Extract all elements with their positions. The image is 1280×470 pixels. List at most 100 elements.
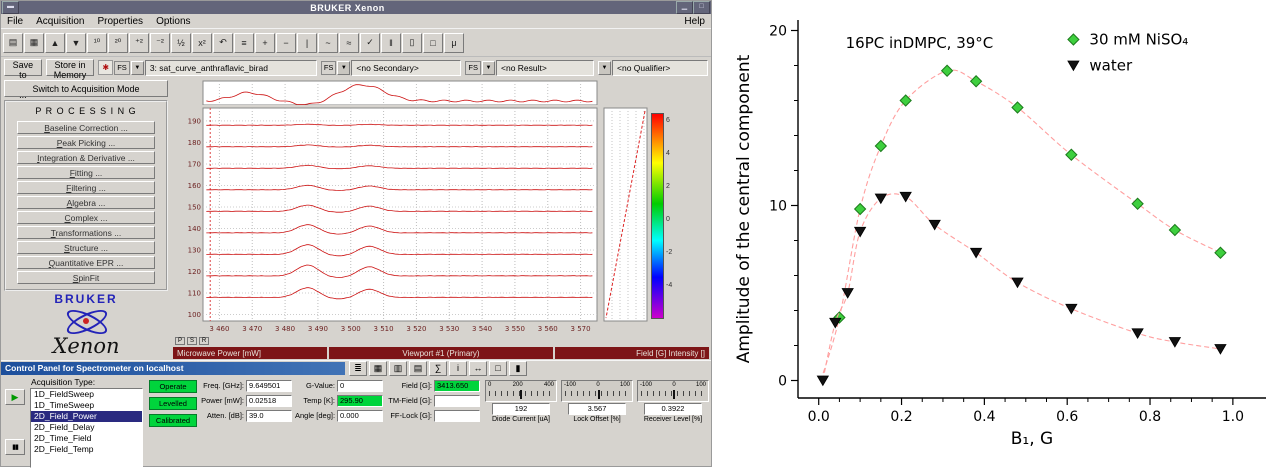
control-toolbar-icon[interactable]: ▮ bbox=[509, 361, 527, 376]
list-item[interactable]: 2D_Field_Power bbox=[31, 411, 142, 422]
chevron-down-icon[interactable]: ▼ bbox=[598, 61, 611, 75]
toolbar-button-icon[interactable]: ⁻² bbox=[150, 33, 170, 53]
list-item[interactable]: 1D_FieldSweep bbox=[31, 389, 142, 400]
epr-stack-plot[interactable]: 3 4603 4703 4803 4903 5003 5103 5203 530… bbox=[173, 105, 603, 337]
chevron-down-icon[interactable]: ▼ bbox=[131, 61, 144, 75]
toolbar-button-icon[interactable]: | bbox=[297, 33, 317, 53]
toolbar-button-icon[interactable]: ▦ bbox=[24, 33, 44, 53]
processing-button[interactable]: Quantitative EPR ... bbox=[17, 256, 155, 269]
menu-item[interactable]: Acquisition bbox=[36, 16, 84, 27]
toolbar-button-icon[interactable]: x² bbox=[192, 33, 212, 53]
svg-text:20: 20 bbox=[769, 24, 787, 40]
toolbar-button-icon[interactable]: ½ bbox=[171, 33, 191, 53]
save-to-disk-button[interactable]: Save to Disk ... bbox=[4, 59, 42, 76]
toolbar-button-icon[interactable]: ≡ bbox=[234, 33, 254, 53]
toolbar-button-icon[interactable]: ≈ bbox=[339, 33, 359, 53]
toolbar-button-icon[interactable]: ~ bbox=[318, 33, 338, 53]
qualifier-value[interactable]: <no Qualifier> bbox=[612, 60, 708, 76]
toolbar-button-icon[interactable]: ▼ bbox=[66, 33, 86, 53]
minimize-icon[interactable]: ▁ bbox=[676, 1, 693, 14]
toolbar-button-icon[interactable]: ✓ bbox=[360, 33, 380, 53]
result-dataset-value[interactable]: <no Result> bbox=[496, 60, 594, 76]
toolbar-button-icon[interactable]: ‖ bbox=[381, 33, 401, 53]
svg-text:3 490: 3 490 bbox=[308, 325, 328, 333]
field-label: G-Value: bbox=[295, 381, 335, 390]
control-toolbar-icon[interactable]: ↔ bbox=[469, 361, 487, 376]
toolbar-button-icon[interactable]: − bbox=[276, 33, 296, 53]
primary-dataset-selector[interactable]: ✱ FS ▼ 3: sat_curve_anthraflavic_birad bbox=[98, 60, 317, 76]
control-panel-title[interactable]: Control Panel for Spectrometer on localh… bbox=[1, 362, 345, 375]
toolbar-button-icon[interactable]: ▲ bbox=[45, 33, 65, 53]
colorbar-tick-label: 2 bbox=[666, 183, 672, 190]
secondary-dataset-selector[interactable]: FS ▼ <no Secondary> bbox=[321, 60, 462, 76]
fullscale-chip[interactable]: FS bbox=[465, 61, 481, 75]
toolbar-button-icon[interactable]: ¹⁰ bbox=[87, 33, 107, 53]
window-menu-icon[interactable]: ▬ bbox=[2, 1, 19, 14]
qualifier-selector[interactable]: ▼ <no Qualifier> bbox=[598, 60, 708, 76]
acquisition-type-list[interactable]: 1D_FieldSweep1D_TimeSweep2D_Field_Power2… bbox=[30, 388, 143, 468]
toolbar-button-icon[interactable]: + bbox=[255, 33, 275, 53]
processing-button[interactable]: Integration & Derivative ... bbox=[17, 151, 155, 164]
processing-button[interactable]: Transformations ... bbox=[17, 226, 155, 239]
maximize-icon[interactable]: □ bbox=[693, 1, 710, 14]
toolbar-button-icon[interactable]: □ bbox=[423, 33, 443, 53]
menu-help[interactable]: Help bbox=[684, 16, 705, 27]
svg-text:100: 100 bbox=[188, 311, 201, 319]
fullscale-chip[interactable]: FS bbox=[114, 61, 130, 75]
control-toolbar-icon[interactable]: ▤ bbox=[409, 361, 427, 376]
processing-button[interactable]: Complex ... bbox=[17, 211, 155, 224]
bruker-x-icon bbox=[57, 308, 115, 334]
control-toolbar-icon[interactable]: □ bbox=[489, 361, 507, 376]
viewport-mini-button[interactable]: S bbox=[187, 337, 197, 345]
control-toolbar-icon[interactable]: ▥ bbox=[389, 361, 407, 376]
amplitude-chart: 0.00.20.40.60.81.001020B₁, GAmplitude of… bbox=[732, 8, 1280, 460]
menu-item[interactable]: File bbox=[7, 16, 23, 27]
colorbar-labels: 6420-2-4 bbox=[666, 113, 672, 317]
viewport-mini-button[interactable]: P bbox=[175, 337, 185, 345]
svg-text:B₁, G: B₁, G bbox=[1011, 429, 1053, 449]
list-item[interactable]: 2D_Time_Field bbox=[31, 433, 142, 444]
processing-button[interactable]: Baseline Correction ... bbox=[17, 121, 155, 134]
svg-text:3 500: 3 500 bbox=[341, 325, 361, 333]
slice-selector-plot[interactable] bbox=[603, 105, 649, 337]
chevron-down-icon[interactable]: ▼ bbox=[482, 61, 495, 75]
menu-item[interactable]: Properties bbox=[97, 16, 143, 27]
list-item[interactable]: 2D_Field_Temp bbox=[31, 444, 142, 455]
control-toolbar-icon[interactable]: ∑ bbox=[429, 361, 447, 376]
secondary-dataset-value[interactable]: <no Secondary> bbox=[351, 60, 461, 76]
processing-button[interactable]: Structure ... bbox=[17, 241, 155, 254]
play-button[interactable]: ▶ bbox=[5, 389, 25, 405]
svg-text:10: 10 bbox=[769, 199, 787, 215]
toolbar-button-icon[interactable]: ⁺² bbox=[129, 33, 149, 53]
store-in-memory-button[interactable]: Store in Memory ... bbox=[46, 59, 95, 76]
processing-button[interactable]: Peak Picking ... bbox=[17, 136, 155, 149]
control-toolbar-icon[interactable]: i bbox=[449, 361, 467, 376]
control-toolbar-icon[interactable]: ▦ bbox=[369, 361, 387, 376]
fullscale-chip[interactable]: FS bbox=[321, 61, 337, 75]
processing-button[interactable]: Fitting ... bbox=[17, 166, 155, 179]
processing-button[interactable]: Filtering ... bbox=[17, 181, 155, 194]
gauge-value: 3.567 bbox=[568, 403, 626, 415]
menu-item[interactable]: Options bbox=[156, 16, 190, 27]
toolbar-button-icon[interactable]: ²⁰ bbox=[108, 33, 128, 53]
pause-button[interactable]: ▮▮ bbox=[5, 439, 25, 455]
processing-button[interactable]: SpinFit bbox=[17, 271, 155, 284]
projection-strip-plot[interactable] bbox=[173, 79, 603, 105]
viewport-area[interactable]: 3 4603 4703 4803 4903 5003 5103 5203 530… bbox=[171, 78, 711, 360]
primary-dataset-value[interactable]: 3: sat_curve_anthraflavic_birad bbox=[145, 60, 317, 76]
spectrometer-status: OperateLevelledCalibrated Freq. [GHz]:9.… bbox=[143, 377, 709, 468]
viewport-mini-button[interactable]: R bbox=[199, 337, 209, 345]
switch-to-acquisition-button[interactable]: Switch to Acquisition Mode bbox=[4, 80, 168, 97]
chevron-down-icon[interactable]: ▼ bbox=[337, 61, 350, 75]
toolbar-button-icon[interactable]: ▯ bbox=[402, 33, 422, 53]
toolbar-button-icon[interactable]: μ bbox=[444, 33, 464, 53]
control-toolbar-icon[interactable]: ≣ bbox=[349, 361, 367, 376]
list-item[interactable]: 2D_Field_Delay bbox=[31, 422, 142, 433]
processing-button[interactable]: Algebra ... bbox=[17, 196, 155, 209]
toolbar-button-icon[interactable]: ↶ bbox=[213, 33, 233, 53]
svg-text:3 460: 3 460 bbox=[209, 325, 229, 333]
list-item[interactable]: 1D_TimeSweep bbox=[31, 400, 142, 411]
title-bar[interactable]: ▬ BRUKER Xenon ▁ □ bbox=[1, 1, 711, 14]
result-dataset-selector[interactable]: FS ▼ <no Result> bbox=[465, 60, 594, 76]
toolbar-button-icon[interactable]: ▤ bbox=[3, 33, 23, 53]
